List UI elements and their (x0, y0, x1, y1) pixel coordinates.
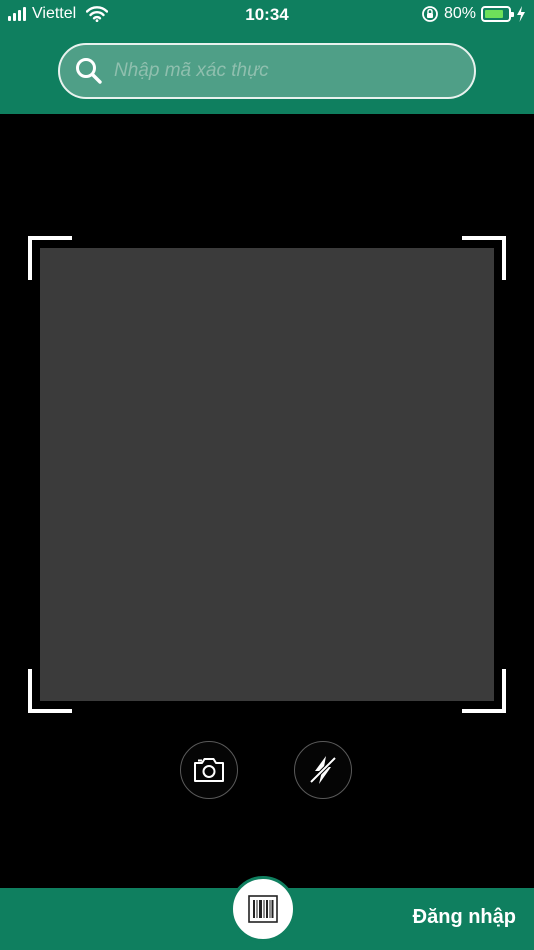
scanner-screen: Viettel 10:34 80% Nhập mã xác thực Đăng … (0, 0, 534, 950)
orientation-lock-icon (421, 5, 439, 23)
barcode-icon (246, 892, 280, 926)
search-bar[interactable] (58, 43, 476, 99)
header: Viettel 10:34 80% Nhập mã xác thực (0, 0, 534, 114)
camera-icon (192, 756, 226, 784)
carrier-name: Viettel (32, 5, 77, 22)
camera-button[interactable] (180, 741, 238, 799)
status-right: 80% (421, 5, 526, 23)
scan-frame-corner-top-left (28, 236, 72, 280)
charging-icon (516, 6, 526, 22)
camera-viewfinder (40, 248, 494, 701)
scan-frame-corner-bottom-left (28, 669, 72, 713)
scan-frame-corner-top-right (462, 236, 506, 280)
search-input[interactable] (114, 51, 460, 91)
wifi-icon (86, 6, 109, 22)
flash-off-icon (306, 753, 340, 787)
flash-toggle-button[interactable] (294, 741, 352, 799)
status-bar: Viettel 10:34 80% (0, 0, 534, 32)
login-button[interactable]: Đăng nhập (413, 906, 516, 929)
battery-percent: 80% (443, 5, 476, 22)
search-icon[interactable] (70, 52, 108, 90)
signal-icon (8, 7, 26, 21)
status-left: Viettel (8, 5, 109, 23)
battery-icon (481, 6, 514, 22)
scan-barcode-button[interactable] (230, 876, 296, 942)
scan-frame-corner-bottom-right (462, 669, 506, 713)
